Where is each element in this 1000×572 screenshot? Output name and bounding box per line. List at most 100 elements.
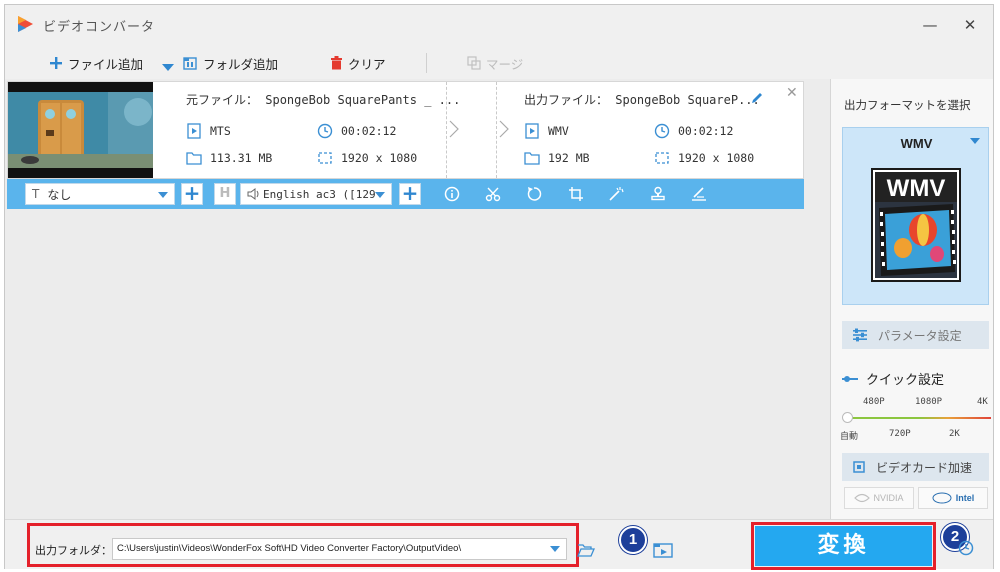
title-bar: ビデオコンバータ — ✕ (5, 5, 993, 43)
audio-track-value: English ac3 ([129 (263, 187, 376, 201)
output-size-value: 192 MB (548, 151, 590, 165)
chevron-right-icon (449, 120, 459, 142)
add-audio-button[interactable]: + (399, 183, 421, 205)
scissors-icon[interactable] (483, 184, 503, 204)
output-folder-label: 出力フォルダ： (35, 544, 112, 557)
parameter-settings-button[interactable]: パラメータ設定 (842, 321, 989, 349)
nvidia-option[interactable]: NVIDIA (844, 487, 914, 509)
edit-toolbar: T なし + H English ac3 ([129 + (7, 179, 804, 209)
info-icon[interactable] (442, 184, 462, 204)
gpu-acceleration-button[interactable]: ビデオカード加速 (842, 453, 989, 481)
gpu-acceleration-label: ビデオカード加速 (876, 460, 973, 475)
quality-label-2k: 2K (949, 429, 960, 439)
chevron-right-icon (499, 120, 509, 142)
video-file-icon (524, 123, 540, 139)
nvidia-logo-icon (854, 493, 871, 503)
plus-icon (49, 56, 63, 70)
source-file-label: 元ファイル： (186, 93, 259, 107)
row-divider-right (496, 82, 497, 178)
hard-subtitle-button[interactable]: H (214, 183, 236, 205)
caret-down-icon (158, 192, 168, 198)
remove-file-button[interactable]: ✕ (786, 85, 798, 101)
output-format-value: WMV (548, 124, 569, 138)
subtitle-select[interactable]: T なし (25, 183, 175, 205)
quality-label-auto: 自動 (840, 432, 859, 442)
subtitle-edit-icon[interactable] (689, 184, 709, 204)
app-window: ビデオコンバータ — ✕ ファイル追加 フォルダ追加 クリア マージ 元ファイル… (4, 4, 994, 570)
step-badge-1: 1 (619, 526, 647, 554)
minimize-button[interactable]: — (920, 15, 940, 35)
trash-icon (330, 56, 343, 70)
effects-wand-icon[interactable] (606, 184, 626, 204)
add-subtitle-button[interactable]: + (181, 183, 203, 205)
nvidia-label: NVIDIA (873, 493, 904, 503)
add-folder-button[interactable]: フォルダ追加 (183, 53, 278, 73)
add-folder-label: フォルダ追加 (203, 56, 279, 72)
subtitle-value: なし (47, 187, 72, 202)
open-output-folder-icon[interactable] (653, 542, 673, 561)
alarm-clock-icon[interactable] (957, 538, 975, 559)
quality-slider-handle[interactable] (842, 412, 853, 423)
clear-label: クリア (348, 56, 386, 72)
rotate-icon[interactable] (524, 184, 544, 204)
quick-slider-icon (842, 375, 858, 383)
convert-button[interactable]: 変換 (755, 526, 932, 566)
resolution-icon (654, 151, 670, 165)
output-folder-path-select[interactable]: C:\Users\justin\Videos\WonderFox Soft\HD… (112, 538, 567, 560)
output-file-title: 出力ファイル： SpongeBob SquareP... (524, 91, 760, 108)
close-window-button[interactable]: ✕ (960, 15, 980, 35)
clear-button[interactable]: クリア (330, 53, 386, 73)
output-folder-path: C:\Users\justin\Videos\WonderFox Soft\HD… (117, 543, 462, 554)
output-file-name: SpongeBob SquareP... (615, 93, 760, 107)
file-row[interactable]: 元ファイル： SpongeBob SquarePants _ ... MTS 0… (7, 81, 804, 179)
text-icon: T (32, 187, 40, 201)
edit-pencil-icon[interactable] (750, 91, 764, 108)
audio-track-select[interactable]: English ac3 ([129 (240, 183, 392, 205)
output-resolution-value: 1920 x 1080 (678, 151, 755, 165)
video-thumbnail[interactable] (8, 82, 153, 178)
file-list-area: 元ファイル： SpongeBob SquarePants _ ... MTS 0… (5, 79, 830, 519)
output-format-title: 出力フォーマットを選択 (844, 98, 971, 112)
quality-label-4k: 4K (977, 397, 988, 407)
add-file-dropdown[interactable] (162, 58, 174, 78)
clock-icon (654, 123, 670, 139)
output-resolution: 1920 x 1080 (654, 151, 754, 165)
video-file-icon (186, 123, 202, 139)
merge-button[interactable]: マージ (467, 53, 523, 73)
source-duration-value: 00:02:12 (341, 124, 397, 138)
output-format: WMV (524, 123, 569, 139)
row-divider-left (446, 82, 447, 178)
caret-down-icon (375, 192, 385, 198)
quality-label-480p: 480P (863, 397, 885, 407)
output-duration: 00:02:12 (654, 123, 733, 139)
intel-option[interactable]: Intel (918, 487, 988, 509)
bottom-bar: 出力フォルダ： C:\Users\justin\Videos\WonderFox… (5, 519, 993, 570)
source-format: MTS (186, 123, 231, 139)
intel-logo-icon (932, 492, 952, 504)
quality-slider-track[interactable] (847, 417, 991, 419)
folder-add-icon (183, 56, 198, 70)
source-resolution-value: 1920 x 1080 (341, 151, 418, 165)
format-name: WMV (900, 136, 933, 151)
output-size: 192 MB (524, 151, 590, 165)
browse-folder-icon[interactable] (577, 543, 595, 560)
add-file-button[interactable]: ファイル追加 (49, 53, 143, 73)
caret-down-icon (550, 546, 560, 552)
crop-icon[interactable] (566, 184, 586, 204)
chip-icon (852, 460, 866, 474)
clock-icon (317, 123, 333, 139)
output-duration-value: 00:02:12 (678, 124, 734, 138)
quality-label-720p: 720P (889, 429, 911, 439)
format-selector[interactable]: WMV WMV (842, 127, 989, 305)
toolbar: ファイル追加 フォルダ追加 クリア マージ (5, 45, 993, 79)
quality-label-1080p: 1080P (915, 397, 943, 407)
source-size: 113.31 MB (186, 151, 272, 165)
quick-settings-heading: クイック設定 (842, 369, 944, 388)
watermark-stamp-icon[interactable] (648, 184, 668, 204)
output-format-panel: 出力フォーマットを選択 WMV WMV パラメータ設定 クイック設定 480P … (830, 79, 993, 519)
intel-label: Intel (955, 493, 975, 503)
source-duration: 00:02:12 (317, 123, 396, 139)
output-file-label: 出力ファイル： (524, 93, 609, 107)
source-resolution: 1920 x 1080 (317, 151, 417, 165)
resolution-icon (317, 151, 333, 165)
